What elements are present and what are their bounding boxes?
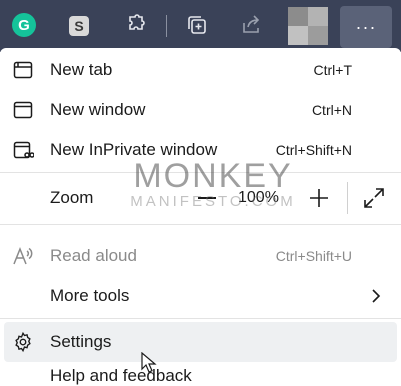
menu-item-label: More tools bbox=[50, 286, 130, 305]
s-extension-icon[interactable]: S bbox=[69, 16, 89, 36]
menu-divider bbox=[0, 172, 401, 173]
profile-avatar[interactable] bbox=[288, 7, 328, 45]
browser-toolbar: G S ··· bbox=[0, 0, 401, 52]
more-button[interactable]: ··· bbox=[340, 6, 392, 48]
zoom-out-icon[interactable] bbox=[198, 197, 216, 199]
zoom-separator bbox=[347, 182, 348, 214]
menu-item-zoom: Zoom 100% bbox=[0, 178, 401, 218]
menu-item-new-tab[interactable]: New tab Ctrl+T bbox=[0, 50, 401, 90]
menu-item-label: New window bbox=[50, 100, 146, 119]
settings-and-more-menu: New tab Ctrl+T New window Ctrl+N New InP… bbox=[0, 48, 401, 385]
menu-item-new-inprivate-window[interactable]: New InPrivate window Ctrl+Shift+N bbox=[0, 130, 401, 170]
toolbar-separator bbox=[166, 15, 167, 37]
menu-item-label: New InPrivate window bbox=[50, 140, 218, 159]
gear-icon bbox=[15, 331, 31, 353]
menu-item-more-tools[interactable]: More tools bbox=[0, 276, 401, 316]
collections-icon[interactable] bbox=[182, 10, 212, 40]
inprivate-icon bbox=[13, 141, 34, 159]
shortcut-text: Ctrl+T bbox=[313, 62, 353, 78]
zoom-in-icon[interactable] bbox=[307, 186, 331, 210]
shortcut-text: Ctrl+Shift+U bbox=[275, 248, 352, 264]
menu-item-label: New tab bbox=[50, 60, 113, 79]
menu-divider bbox=[0, 318, 401, 319]
share-icon[interactable] bbox=[236, 10, 266, 40]
fullscreen-icon[interactable] bbox=[362, 186, 386, 210]
menu-item-settings[interactable]: Settings bbox=[4, 322, 397, 362]
menu-item-label: Read aloud bbox=[50, 246, 137, 265]
new-tab-icon bbox=[13, 61, 33, 79]
zoom-label: Zoom bbox=[50, 188, 94, 207]
shortcut-text: Ctrl+Shift+N bbox=[275, 142, 352, 158]
menu-item-read-aloud[interactable]: Read aloud Ctrl+Shift+U bbox=[0, 236, 401, 276]
mouse-cursor-icon bbox=[141, 352, 157, 373]
menu-divider bbox=[0, 224, 401, 225]
zoom-value: 100% bbox=[238, 189, 279, 206]
read-aloud-icon bbox=[13, 246, 33, 265]
extensions-icon[interactable] bbox=[120, 10, 150, 40]
chevron-right-icon bbox=[372, 289, 381, 303]
menu-item-label: Settings bbox=[50, 332, 112, 351]
shortcut-text: Ctrl+N bbox=[311, 102, 352, 118]
menu-item-help-feedback[interactable]: Help and feedback bbox=[50, 366, 192, 386]
window-icon bbox=[13, 101, 33, 119]
menu-item-new-window[interactable]: New window Ctrl+N bbox=[0, 90, 401, 130]
grammarly-extension-icon[interactable]: G bbox=[12, 13, 36, 37]
